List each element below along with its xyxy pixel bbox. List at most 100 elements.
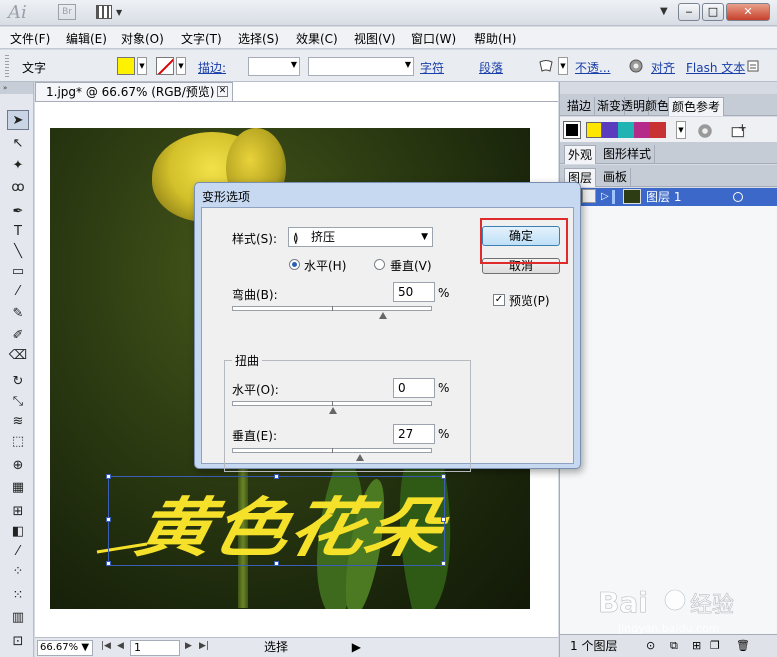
type-tool-icon[interactable]: T	[7, 222, 29, 242]
opacity-link[interactable]: 不透...	[575, 59, 610, 76]
line-tool-icon[interactable]: ╲	[7, 242, 29, 262]
menu-window[interactable]: 窗口(W)	[411, 30, 456, 47]
harmony-swatch-2[interactable]	[602, 122, 618, 138]
selection-tool-icon[interactable]: ➤	[7, 110, 29, 130]
handle-middle-left[interactable]	[106, 517, 111, 522]
prev-page-icon[interactable]: ◀	[117, 641, 124, 651]
tab-stroke[interactable]: 描边	[564, 97, 596, 116]
bend-input[interactable]: 50	[393, 282, 435, 302]
pencil-tool-icon[interactable]: ✎	[7, 304, 29, 324]
tab-graphic-styles[interactable]: 图形样式	[600, 145, 656, 164]
horizontal-radio[interactable]	[289, 259, 300, 270]
artboard-tool-icon[interactable]: ⊡	[7, 632, 29, 652]
grip-handle[interactable]	[5, 55, 9, 77]
layer-name[interactable]: 图层 1	[646, 188, 681, 206]
stroke-dropdown[interactable]: ▼	[176, 57, 186, 75]
envelope-dropdown[interactable]: ▼	[558, 57, 568, 75]
minimize-button[interactable]: ‒	[678, 3, 700, 21]
pen-tool-icon[interactable]: ✒	[7, 202, 29, 222]
blend-tool-icon[interactable]: ⁘	[7, 562, 29, 582]
stroke-link[interactable]: 描边:	[198, 59, 226, 76]
last-page-icon[interactable]: ▶|	[199, 641, 209, 651]
tab-artboards[interactable]: 画板	[600, 168, 632, 187]
perspective-grid-tool-icon[interactable]: ▦	[7, 478, 29, 498]
workspace-chevron-icon[interactable]: ▼	[660, 6, 668, 17]
harmony-swatch-4[interactable]	[634, 122, 650, 138]
stroke-swatch[interactable]	[156, 57, 174, 75]
panel-menu-icon[interactable]	[745, 58, 761, 74]
distortion-vertical-thumb[interactable]	[356, 454, 364, 461]
expand-triangle-icon[interactable]: ▷	[601, 188, 609, 206]
eyedropper-tool-icon[interactable]: ⁄	[7, 542, 29, 562]
distortion-vertical-input[interactable]: 27	[393, 424, 435, 444]
status-combo[interactable]: 选择 ▶	[240, 640, 385, 656]
harmony-swatch-3[interactable]	[618, 122, 634, 138]
page-number-field[interactable]: 1	[130, 640, 180, 656]
menu-effect[interactable]: 效果(C)	[296, 30, 338, 47]
save-swatch-group-icon[interactable]	[730, 122, 748, 140]
vertical-radio[interactable]	[374, 259, 385, 270]
first-page-icon[interactable]: |◀	[101, 641, 111, 651]
layer-row[interactable]: ▷ 图层 1	[560, 188, 777, 206]
zoom-combo[interactable]: 66.67% ▼	[37, 640, 93, 656]
gradient-tool-icon[interactable]: ◧	[7, 522, 29, 542]
handle-bottom-left[interactable]	[106, 561, 111, 566]
arrange-documents-icon[interactable]	[96, 5, 112, 19]
mesh-tool-icon[interactable]: ⊞	[7, 502, 29, 522]
character-link[interactable]: 字符	[420, 59, 444, 76]
harmony-swatch-1[interactable]	[586, 122, 602, 138]
harmony-swatch-5[interactable]	[650, 122, 666, 138]
handle-top-center[interactable]	[274, 474, 279, 479]
distortion-horizontal-input[interactable]: 0	[393, 378, 435, 398]
tab-color-guide[interactable]: 颜色参考	[668, 97, 725, 116]
bend-slider[interactable]	[232, 306, 432, 319]
lasso-tool-icon[interactable]: ꝏ	[7, 178, 29, 198]
eraser-tool-icon[interactable]: ⌫	[7, 346, 29, 366]
blob-brush-tool-icon[interactable]: ✐	[7, 326, 29, 346]
maximize-button[interactable]: □	[702, 3, 724, 21]
fill-swatch[interactable]	[117, 57, 135, 75]
menu-select[interactable]: 选择(S)	[238, 30, 279, 47]
warp-tool-icon[interactable]: ≋	[7, 412, 29, 432]
direct-selection-tool-icon[interactable]: ↖	[7, 134, 29, 154]
scale-tool-icon[interactable]: ⤡	[7, 392, 29, 412]
handle-middle-right[interactable]	[441, 517, 446, 522]
handle-bottom-center[interactable]	[274, 561, 279, 566]
handle-top-left[interactable]	[106, 474, 111, 479]
align-link[interactable]: 对齐	[651, 59, 675, 76]
menu-edit[interactable]: 编辑(E)	[66, 30, 107, 47]
style-combo[interactable]: ≬ 挤压 ▼	[288, 227, 433, 247]
paintbrush-tool-icon[interactable]: ⁄	[7, 282, 29, 302]
document-tab[interactable]: 1.jpg* @ 66.67% (RGB/预览) ✕	[35, 82, 233, 102]
stroke-weight-combo[interactable]: ▼	[248, 57, 300, 76]
symbol-sprayer-tool-icon[interactable]: ⁙	[7, 586, 29, 606]
text-bounding-box[interactable]	[106, 474, 446, 566]
distortion-vertical-slider[interactable]	[232, 448, 432, 461]
free-transform-tool-icon[interactable]: ⬚	[7, 432, 29, 452]
flash-text-link[interactable]: Flash 文本	[686, 59, 745, 76]
font-family-combo[interactable]: ▼	[308, 57, 414, 76]
close-button[interactable]: ✕	[726, 3, 770, 21]
bend-slider-thumb[interactable]	[379, 312, 387, 319]
harmony-dropdown[interactable]: ▼	[676, 121, 686, 139]
lock-icon[interactable]	[582, 189, 596, 203]
paragraph-link[interactable]: 段落	[479, 59, 503, 76]
menu-view[interactable]: 视图(V)	[354, 30, 396, 47]
rectangle-tool-icon[interactable]: ▭	[7, 262, 29, 282]
base-color-swatch[interactable]	[563, 121, 581, 139]
next-page-icon[interactable]: ▶	[185, 641, 192, 651]
fill-dropdown[interactable]: ▼	[137, 57, 147, 75]
tab-appearance[interactable]: 外观	[564, 145, 597, 164]
distortion-horizontal-slider[interactable]	[232, 401, 432, 414]
column-graph-tool-icon[interactable]: ▥	[7, 608, 29, 628]
distortion-horizontal-thumb[interactable]	[329, 407, 337, 414]
recolor-icon[interactable]	[628, 58, 644, 74]
menu-type[interactable]: 文字(T)	[181, 30, 222, 47]
bridge-button[interactable]: Br	[58, 4, 76, 20]
envelope-icon[interactable]	[538, 58, 554, 74]
target-circle-icon[interactable]	[733, 192, 743, 202]
rotate-tool-icon[interactable]: ↻	[7, 372, 29, 392]
handle-top-right[interactable]	[441, 474, 446, 479]
chevron-down-icon[interactable]: ▼	[116, 8, 122, 17]
recolor-artwork-icon[interactable]	[696, 122, 714, 140]
